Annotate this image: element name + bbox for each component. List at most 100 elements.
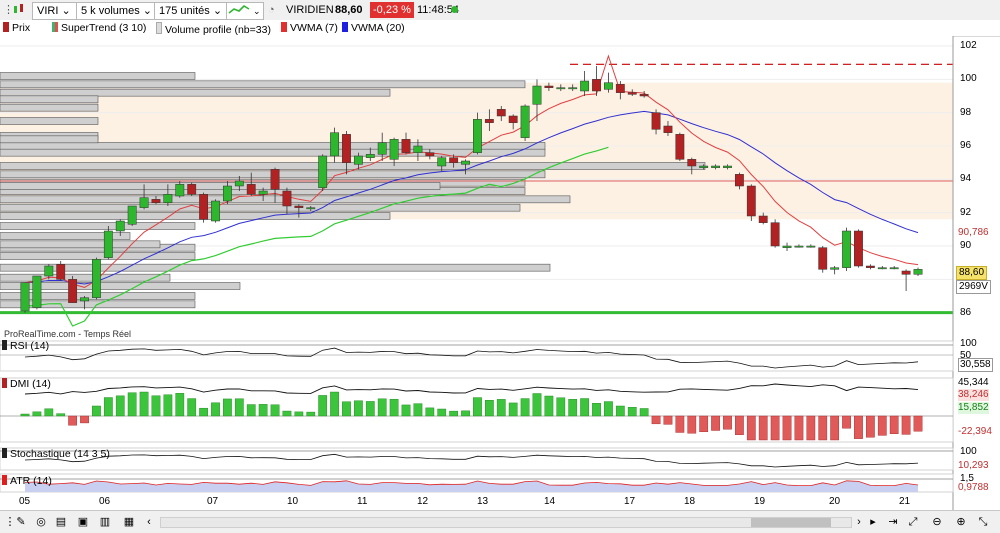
rsi-title[interactable]: RSI (14) [2, 340, 49, 352]
dmi-title[interactable]: DMI (14) [2, 378, 51, 390]
date-axis-label: 20 [829, 496, 841, 507]
dmi-histogram-bar [770, 415, 780, 441]
price-axis-label: 100 [960, 73, 977, 85]
chevron-down-icon: ⌄ [142, 5, 152, 17]
screenshot-icon[interactable]: ▣ [76, 515, 90, 529]
volume-profile-bar [0, 103, 99, 112]
candle [854, 229, 863, 268]
dmi-histogram-bar [342, 401, 351, 417]
atr-title[interactable]: ATR (14) [2, 475, 52, 487]
candle-body [413, 145, 423, 153]
candle-body [246, 184, 256, 195]
dmi-histogram-bar [32, 411, 42, 417]
candle-body [175, 184, 185, 197]
candle-body [389, 139, 399, 160]
volume-profile-bar [0, 148, 546, 157]
volume-profile-bar [0, 273, 171, 282]
replay-icon[interactable]: ▦ [122, 515, 136, 529]
candle [92, 257, 101, 300]
date-axis-label: 13 [477, 496, 489, 507]
candle-body [187, 184, 197, 195]
chevron-down-icon: ⌄ [61, 5, 71, 17]
legend-label: Volume profile (nb=33) [165, 24, 271, 36]
legend-item-price[interactable]: Prix [3, 22, 30, 35]
last-price: 88,60 [335, 4, 363, 16]
indicators-icon[interactable]: ▥ [98, 515, 112, 529]
stochastic-panel [0, 447, 954, 471]
dmi-histogram-bar [592, 403, 601, 417]
dmi-histogram-bar [306, 411, 316, 417]
date-axis-label: 21 [899, 496, 911, 507]
volume-tag: 2969V [956, 280, 991, 294]
candle-body [758, 215, 768, 223]
candle-body [877, 267, 887, 270]
date-axis-label: 12 [417, 496, 429, 507]
rsi-label: RSI (14) [10, 340, 50, 352]
candle-body [222, 185, 232, 202]
scrollbar-thumb[interactable] [751, 518, 831, 527]
candle [842, 227, 851, 271]
candle-body [734, 174, 744, 187]
units-select[interactable]: 175 unités ⌄ [154, 2, 228, 20]
dmi-histogram-bar [496, 399, 506, 417]
legend-item-volume-profile[interactable]: Volume profile (nb=33) [156, 22, 271, 36]
candle-body [139, 197, 149, 208]
horizontal-scrollbar[interactable] [160, 517, 852, 528]
dmi-histogram-bar [163, 394, 173, 417]
comment-icon[interactable]: ▤ [54, 515, 68, 529]
scroll-left-icon[interactable]: ‹ [142, 515, 156, 529]
shapes-icon[interactable]: ◎ [34, 515, 48, 529]
volume-profile-bar [0, 212, 391, 220]
candle-body [234, 180, 244, 187]
volume-mode-select[interactable]: 5 k volumes ⌄ [76, 2, 158, 20]
price-chart-legend: Prix SuperTrend (3 10) Volume profile (n… [0, 20, 1000, 37]
dmi-histogram-bar [151, 395, 161, 417]
scroll-right-icon[interactable]: › [852, 515, 866, 529]
candle-body [270, 169, 280, 190]
price-axis-label: 86 [960, 306, 972, 318]
legend-item-vwma20[interactable]: VWMA (20) [342, 22, 405, 35]
fit-window-icon[interactable]: ⤡ [976, 515, 990, 529]
go-to-end-icon[interactable]: ▸ [866, 515, 880, 529]
dmi-histogram-bar [746, 415, 756, 441]
chart-style-button[interactable]: ⌄ [226, 2, 264, 20]
dmi-histogram-bar [532, 393, 542, 417]
candle-body [258, 190, 268, 195]
candle-body [163, 194, 173, 203]
price-chart[interactable] [0, 36, 1000, 510]
legend-item-supertrend[interactable]: SuperTrend (3 10) [52, 22, 146, 35]
zoom-out-icon[interactable]: ⊖ [930, 515, 944, 529]
legend-label: VWMA (20) [351, 22, 405, 34]
candle-body [449, 157, 459, 163]
auto-scroll-icon[interactable]: ⇥ [886, 515, 900, 529]
dmi-histogram-bar [604, 401, 613, 417]
alert-icon[interactable]: ◔ [268, 2, 282, 18]
date-axis-label: 10 [287, 496, 299, 507]
candle [32, 275, 42, 310]
chart-type-icon[interactable] [12, 2, 26, 18]
dmi-histogram-bar [842, 415, 851, 429]
dmi-histogram-bar [723, 415, 732, 430]
stochastic-label: Stochastique (14 3 5) [10, 448, 110, 460]
dmi-histogram-bar [830, 415, 840, 441]
candle-body [687, 159, 697, 167]
zoom-reset-icon[interactable]: ⤢ [906, 515, 920, 529]
stochastic-swatch [2, 448, 7, 458]
candle-body [115, 220, 125, 232]
legend-item-vwma7[interactable]: VWMA (7) [281, 22, 338, 35]
date-axis-label: 06 [99, 496, 111, 507]
zoom-in-icon[interactable]: ⊕ [954, 515, 968, 529]
line-chart-icon: ⌄ [228, 4, 261, 16]
stochastic-title[interactable]: Stochastique (14 3 5) [2, 448, 110, 460]
dmi-histogram-bar [687, 415, 697, 434]
dmi-histogram-bar [294, 411, 304, 417]
candle-body [651, 112, 661, 130]
symbol-select[interactable]: VIRI ⌄ [32, 2, 80, 20]
market-open-indicator [451, 6, 458, 13]
candle-body [20, 282, 30, 312]
candle-body [496, 109, 506, 117]
legend-label: Prix [12, 22, 31, 34]
price-swatch [3, 22, 9, 32]
dmi-histogram-bar [187, 398, 197, 417]
pencil-icon[interactable]: ✎ [14, 515, 28, 529]
